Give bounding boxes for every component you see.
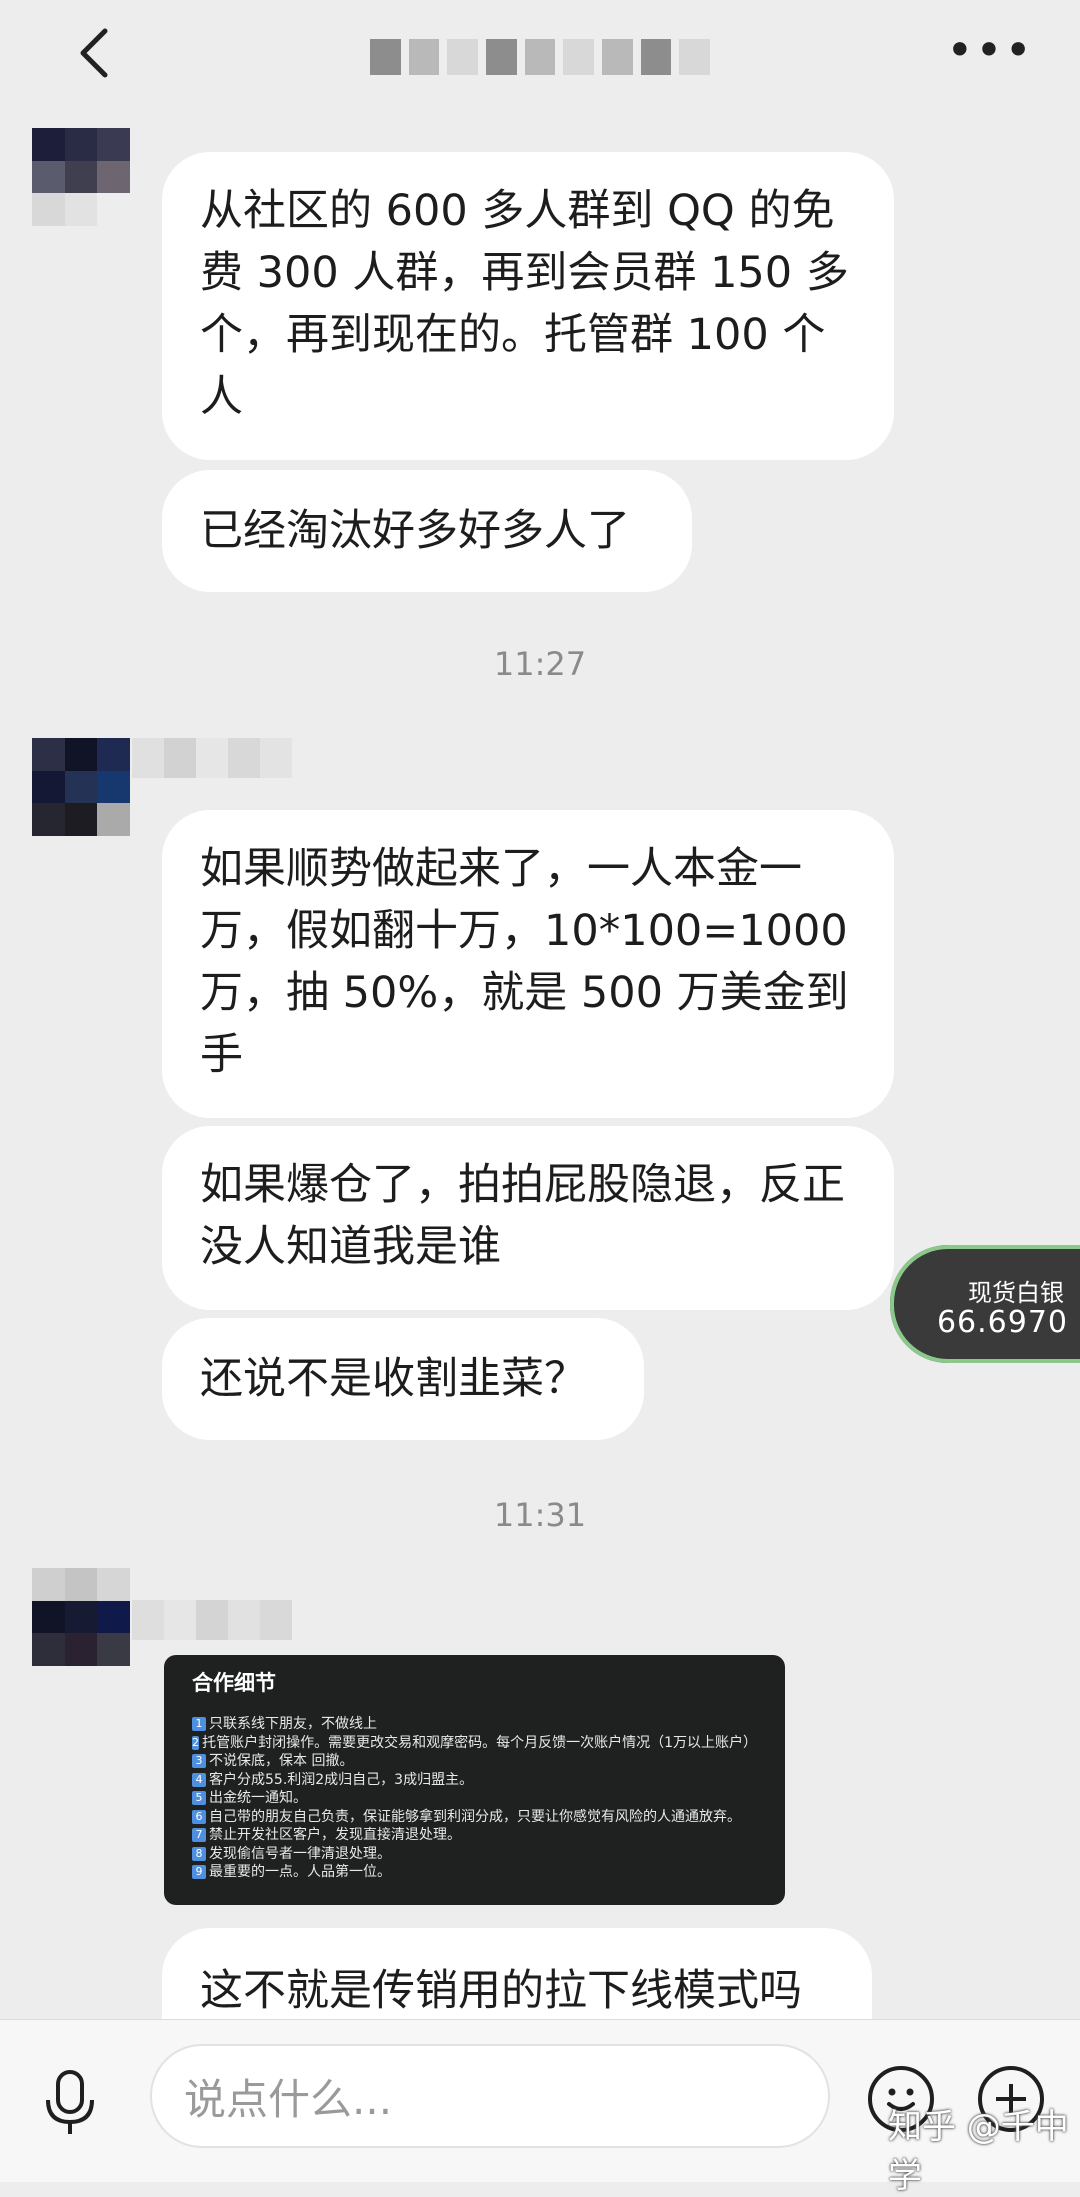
card-item: 1 只联系线下朋友，不做线上 [192,1715,757,1734]
card-item: 8 发现偷信号者一律清退处理。 [192,1845,757,1864]
avatar[interactable] [32,738,130,836]
card-item: 2 托管账户封闭操作。需要更改交易和观摩密码。每个月反馈一次账户情况（1万以上账户… [192,1734,757,1751]
chat-header: ••• [0,0,1080,110]
avatar[interactable] [32,128,130,226]
avatar[interactable] [32,1568,130,1666]
card-item: 7 禁止开发社区客户，发现直接清退处理。 [192,1826,757,1845]
message-input[interactable]: 说点什么... [150,2044,830,2148]
card-item: 5 出金统一通知。 [192,1789,757,1808]
message-text: 从社区的 600 多人群到 QQ 的免费 300 人群，再到会员群 150 多个… [200,186,849,422]
timestamp: 11:27 [493,645,587,683]
message-bubble[interactable]: 如果顺势做起来了，一人本金一万，假如翻十万，10*100=1000 万，抽 50… [162,810,894,1118]
sender-name-redacted [132,738,292,778]
message-text: 这不就是传销用的拉下线模式吗 [200,1966,802,2016]
card-item: 4 客户分成55.利润2成归自己，3成归盟主。 [192,1771,757,1790]
input-bar: 说点什么... 知乎 @千中学 [0,2019,1080,2196]
chat-title-redacted [370,22,711,92]
message-bubble[interactable]: 从社区的 600 多人群到 QQ 的免费 300 人群，再到会员群 150 多个… [162,152,894,460]
card-title: 合作细节 [192,1671,276,1695]
widget-value: 66.6970 [936,1305,1068,1340]
sender-name-redacted [132,1600,292,1640]
back-arrow-icon[interactable] [60,18,130,88]
silver-price-widget[interactable]: 现货白银 66.6970 [890,1245,1080,1363]
message-bubble[interactable]: 还说不是收割韭菜？ [162,1318,644,1440]
message-text: 如果爆仓了，拍拍屁股隐退，反正没人知道我是谁 [200,1160,845,1272]
message-bubble[interactable]: 如果爆仓了，拍拍屁股隐退，反正没人知道我是谁 [162,1126,894,1310]
microphone-icon[interactable] [38,2068,102,2138]
input-placeholder: 说点什么... [184,2074,393,2124]
card-item: 3 不说保底，保本 回撤。 [192,1752,757,1771]
card-item: 9 最重要的一点。人品第一位。 [192,1863,757,1882]
message-text: 如果顺势做起来了，一人本金一万，假如翻十万，10*100=1000 万，抽 50… [200,844,849,1080]
message-text: 已经淘汰好多好多人了 [200,506,630,556]
widget-label: 现货白银 [968,1279,1064,1307]
shared-image-card[interactable]: 合作细节 1 只联系线下朋友，不做线上 2 托管账户封闭操作。需要更改交易和观摩密码… [164,1655,785,1905]
message-bubble[interactable]: 已经淘汰好多好多人了 [162,470,692,592]
more-options-icon[interactable]: ••• [946,20,1031,80]
timestamp: 11:31 [493,1496,587,1534]
card-item: 6 自己带的朋友自己负责，保证能够拿到利润分成，只要让你感觉有风险的人通通放弃。 [192,1808,757,1827]
watermark: 知乎 @千中学 [888,2107,1069,2196]
message-text: 还说不是收割韭菜？ [200,1354,587,1404]
